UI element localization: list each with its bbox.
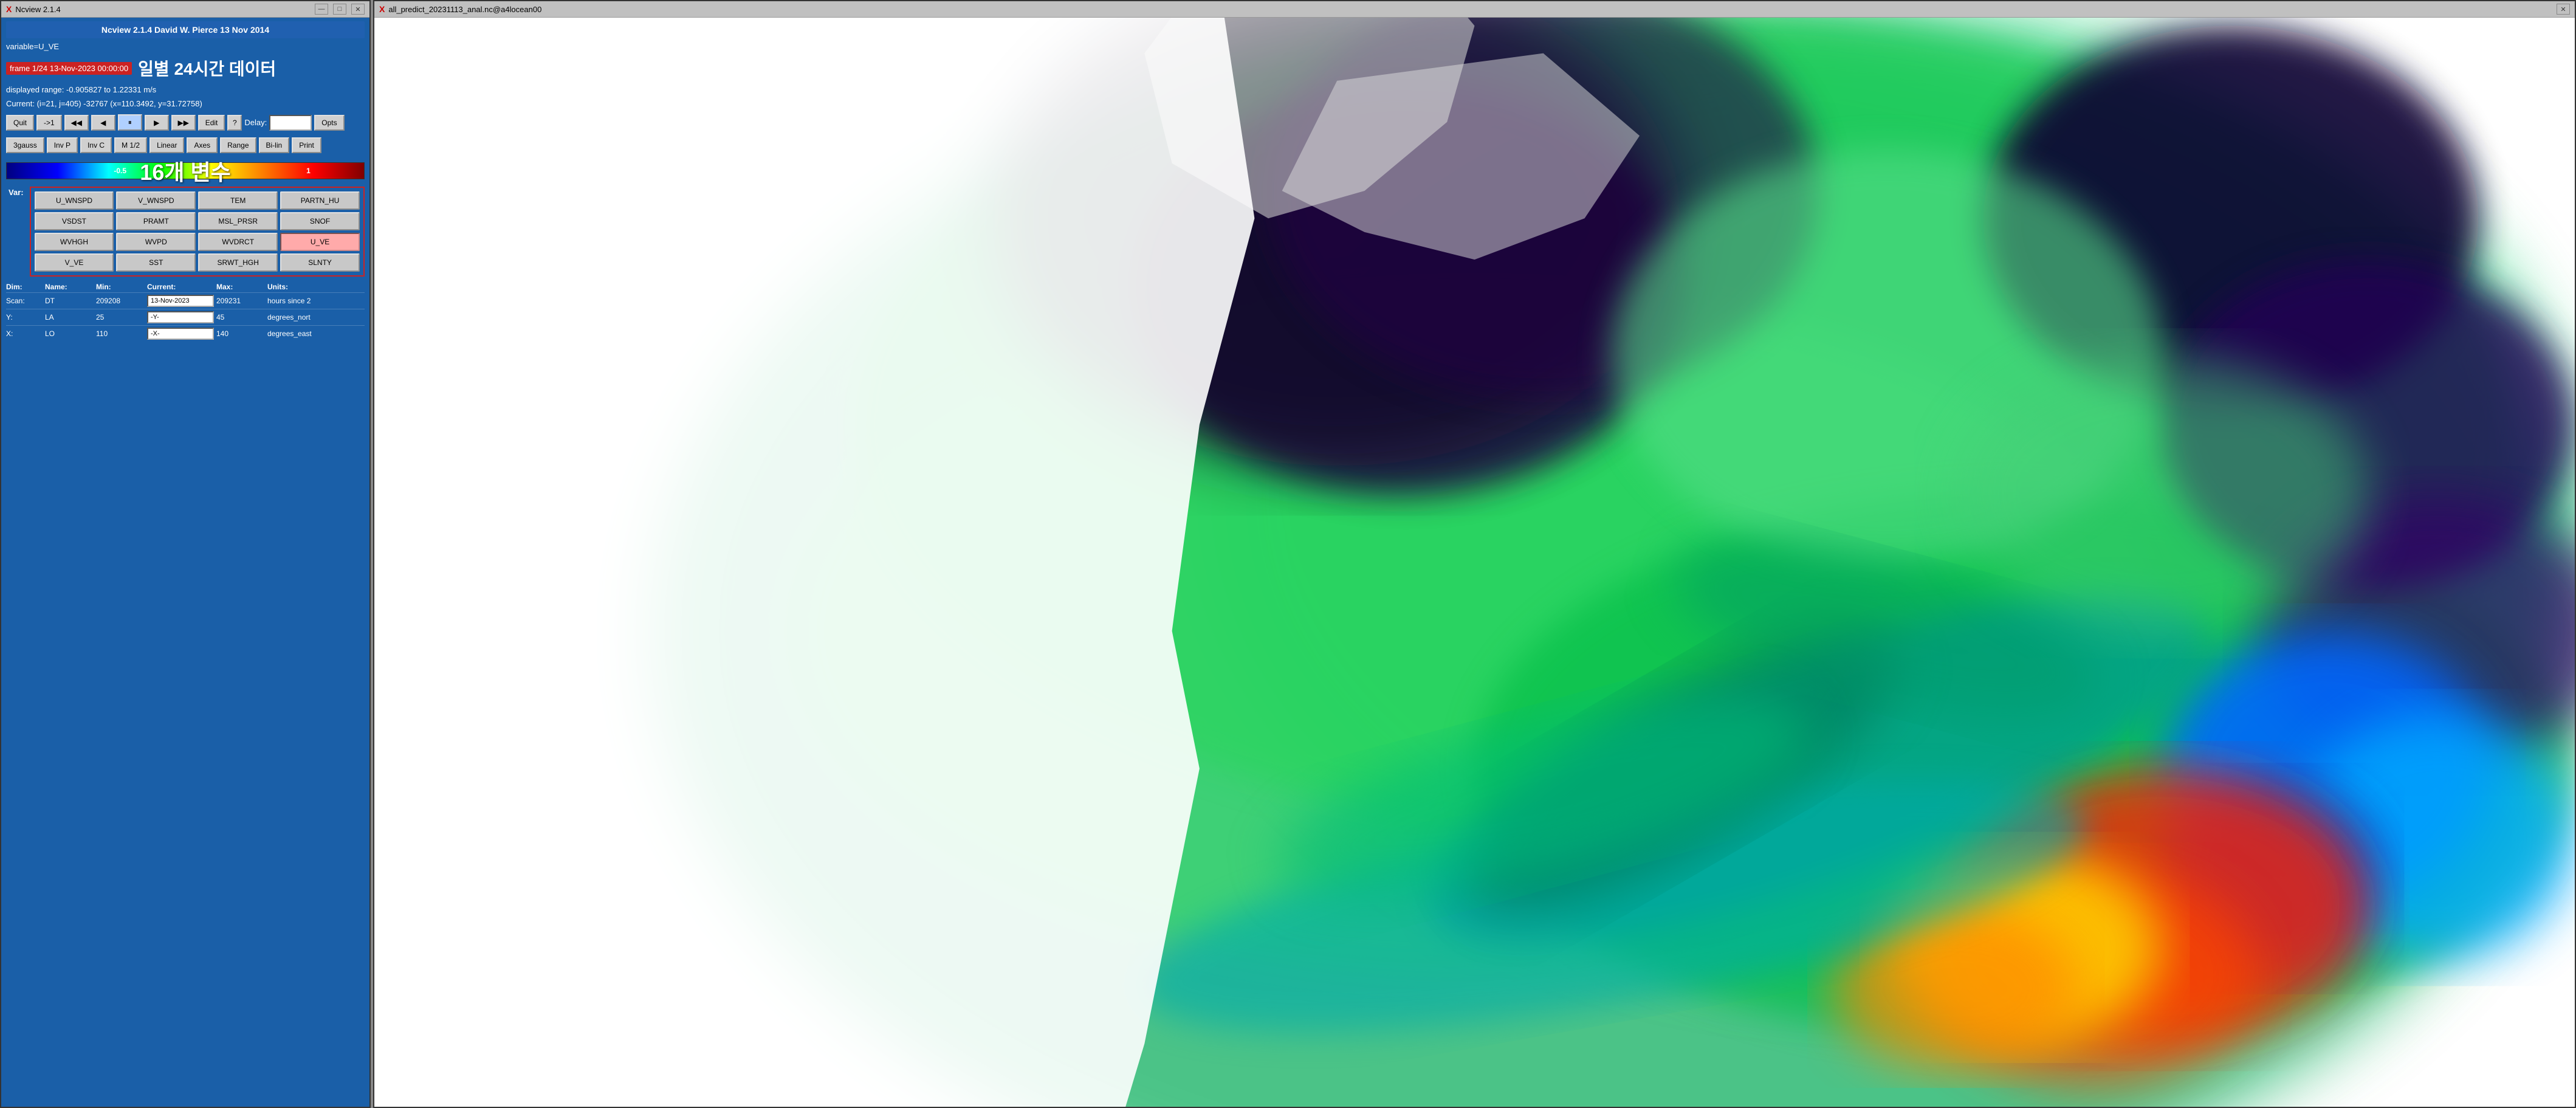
dims-section: Dim: Name: Min: Current: Max: Units: Sca… [6, 281, 365, 342]
dim-row-y: Y: LA 25 45 degrees_nort [6, 309, 365, 325]
var-srwt-hgh[interactable]: SRWT_HGH [198, 253, 278, 272]
dim-y-max: 45 [216, 313, 265, 322]
delay-input[interactable] [269, 115, 312, 131]
var-sst[interactable]: SST [116, 253, 196, 272]
var-tem[interactable]: TEM [198, 191, 278, 210]
var-wvdrct[interactable]: WVDRCT [198, 233, 278, 251]
var-partn-hu[interactable]: PARTN_HU [280, 191, 360, 210]
dim-col-max: Max: [216, 283, 265, 291]
dim-scan-min: 209208 [96, 297, 145, 305]
var-section-wrapper: Var: U_WNSPD V_WNSPD TEM PARTN_HU VSDST … [6, 187, 365, 277]
dim-col-min: Min: [96, 283, 145, 291]
dim-x-current[interactable] [147, 328, 214, 340]
dim-scan-max: 209231 [216, 297, 265, 305]
viz-titlebar: X all_predict_20231113_anal.nc@a4locean0… [374, 1, 2575, 18]
dim-scan-label: Scan: [6, 297, 43, 305]
var-vsdst[interactable]: VSDST [35, 212, 114, 230]
prev-button[interactable]: ◀ [91, 115, 115, 131]
ncview-window-icon: X [6, 4, 12, 14]
ocean-visualization [374, 18, 2575, 1107]
colorbar-wrapper: -0.5 1 16개 변수 [6, 160, 365, 182]
forward-button[interactable]: ▶▶ [171, 115, 196, 131]
3gauss-button[interactable]: 3gauss [6, 137, 44, 153]
print-button[interactable]: Print [292, 137, 321, 153]
dim-y-current[interactable] [147, 311, 214, 323]
dim-col-dim: Dim: [6, 283, 43, 291]
quit-button[interactable]: Quit [6, 115, 34, 131]
ncview-content: Ncview 2.1.4 David W. Pierce 13 Nov 2014… [1, 18, 369, 1107]
variables-section: U_WNSPD V_WNSPD TEM PARTN_HU VSDST PRAMT… [30, 187, 365, 277]
displayed-range: displayed range: -0.905827 to 1.22331 m/… [6, 84, 365, 95]
dim-col-name: Name: [45, 283, 94, 291]
ncview-titlebar: X Ncview 2.1.4 — □ ✕ [1, 1, 369, 18]
colorbar: -0.5 1 [6, 162, 365, 179]
axes-button[interactable]: Axes [187, 137, 218, 153]
colorbar-label-left: -0.5 [114, 167, 126, 175]
edit-button[interactable]: Edit [198, 115, 225, 131]
dim-y-min: 25 [96, 313, 145, 322]
close-button[interactable]: ✕ [351, 4, 365, 15]
viz-title: all_predict_20231113_anal.nc@a4locean00 [388, 5, 541, 14]
delay-label: Delay: [244, 117, 267, 128]
viz-close-button[interactable]: ✕ [2557, 4, 2570, 15]
inv-p-button[interactable]: Inv P [47, 137, 78, 153]
dim-col-units: Units: [267, 283, 365, 291]
bi-lin-button[interactable]: Bi-lin [259, 137, 290, 153]
ncview-header: Ncview 2.1.4 David W. Pierce 13 Nov 2014 [6, 21, 365, 38]
viz-window: X all_predict_20231113_anal.nc@a4locean0… [373, 0, 2576, 1108]
dim-row-x: X: LO 110 140 degrees_east [6, 325, 365, 342]
controls-row-1: Quit ->1 ◀◀ ◀ ⏸ ▶ ▶▶ Edit ? Delay: Opts [6, 112, 365, 133]
dim-y-units: degrees_nort [267, 313, 365, 322]
minimize-button[interactable]: — [315, 4, 328, 15]
var-msl-prsr[interactable]: MSL_PRSR [198, 212, 278, 230]
dim-x-min: 110 [96, 329, 145, 338]
play-button[interactable]: ▶ [145, 115, 169, 131]
var-wvhgh[interactable]: WVHGH [35, 233, 114, 251]
var-v-wnspd[interactable]: V_WNSPD [116, 191, 196, 210]
dim-x-max: 140 [216, 329, 265, 338]
korean-title-1: 일별 24시간 데이터 [138, 55, 276, 81]
dims-header: Dim: Name: Min: Current: Max: Units: [6, 281, 365, 292]
dim-row-scan: Scan: DT 209208 209231 hours since 2 [6, 292, 365, 309]
dim-scan-units: hours since 2 [267, 297, 365, 305]
opts-button[interactable]: Opts [314, 115, 344, 131]
variable-label: variable=U_VE [6, 41, 365, 52]
window-controls: — □ ✕ [315, 4, 365, 15]
dim-y-name: LA [45, 313, 94, 322]
dim-col-current: Current: [147, 283, 214, 291]
colorbar-label-right: 1 [306, 167, 311, 175]
next1-button[interactable]: ->1 [36, 115, 62, 131]
ncview-window: X Ncview 2.1.4 — □ ✕ Ncview 2.1.4 David … [0, 0, 371, 1108]
pause-button[interactable]: ⏸ [118, 114, 142, 131]
rewind-button[interactable]: ◀◀ [64, 115, 89, 131]
range-button[interactable]: Range [220, 137, 256, 153]
var-slnty[interactable]: SLNTY [280, 253, 360, 272]
var-section-label: Var: [6, 187, 26, 198]
inv-c-button[interactable]: Inv C [80, 137, 112, 153]
var-u-wnspd[interactable]: U_WNSPD [35, 191, 114, 210]
current-position: Current: (i=21, j=405) -32767 (x=110.349… [6, 98, 365, 109]
viz-window-icon: X [379, 4, 385, 14]
var-snof[interactable]: SNOF [280, 212, 360, 230]
var-v-ve[interactable]: V_VE [35, 253, 114, 272]
dim-scan-current[interactable] [147, 295, 214, 307]
ncview-title: Ncview 2.1.4 [15, 5, 60, 14]
variables-grid: U_WNSPD V_WNSPD TEM PARTN_HU VSDST PRAMT… [35, 191, 360, 272]
dim-scan-name: DT [45, 297, 94, 305]
dim-y-label: Y: [6, 313, 43, 322]
controls-row-2: 3gauss Inv P Inv C M 1/2 Linear Axes Ran… [6, 136, 365, 155]
var-pramt[interactable]: PRAMT [116, 212, 196, 230]
maximize-button[interactable]: □ [333, 4, 346, 15]
dim-x-units: degrees_east [267, 329, 365, 338]
var-u-ve[interactable]: U_VE [280, 233, 360, 251]
dim-x-name: LO [45, 329, 94, 338]
m-half-button[interactable]: M 1/2 [114, 137, 147, 153]
dim-x-label: X: [6, 329, 43, 338]
viz-window-controls: ✕ [2557, 4, 2570, 15]
help-button[interactable]: ? [227, 115, 242, 131]
var-wvpd[interactable]: WVPD [116, 233, 196, 251]
viz-content [374, 18, 2575, 1107]
frame-info: frame 1/24 13-Nov-2023 00:00:00 [6, 62, 132, 75]
linear-button[interactable]: Linear [149, 137, 184, 153]
